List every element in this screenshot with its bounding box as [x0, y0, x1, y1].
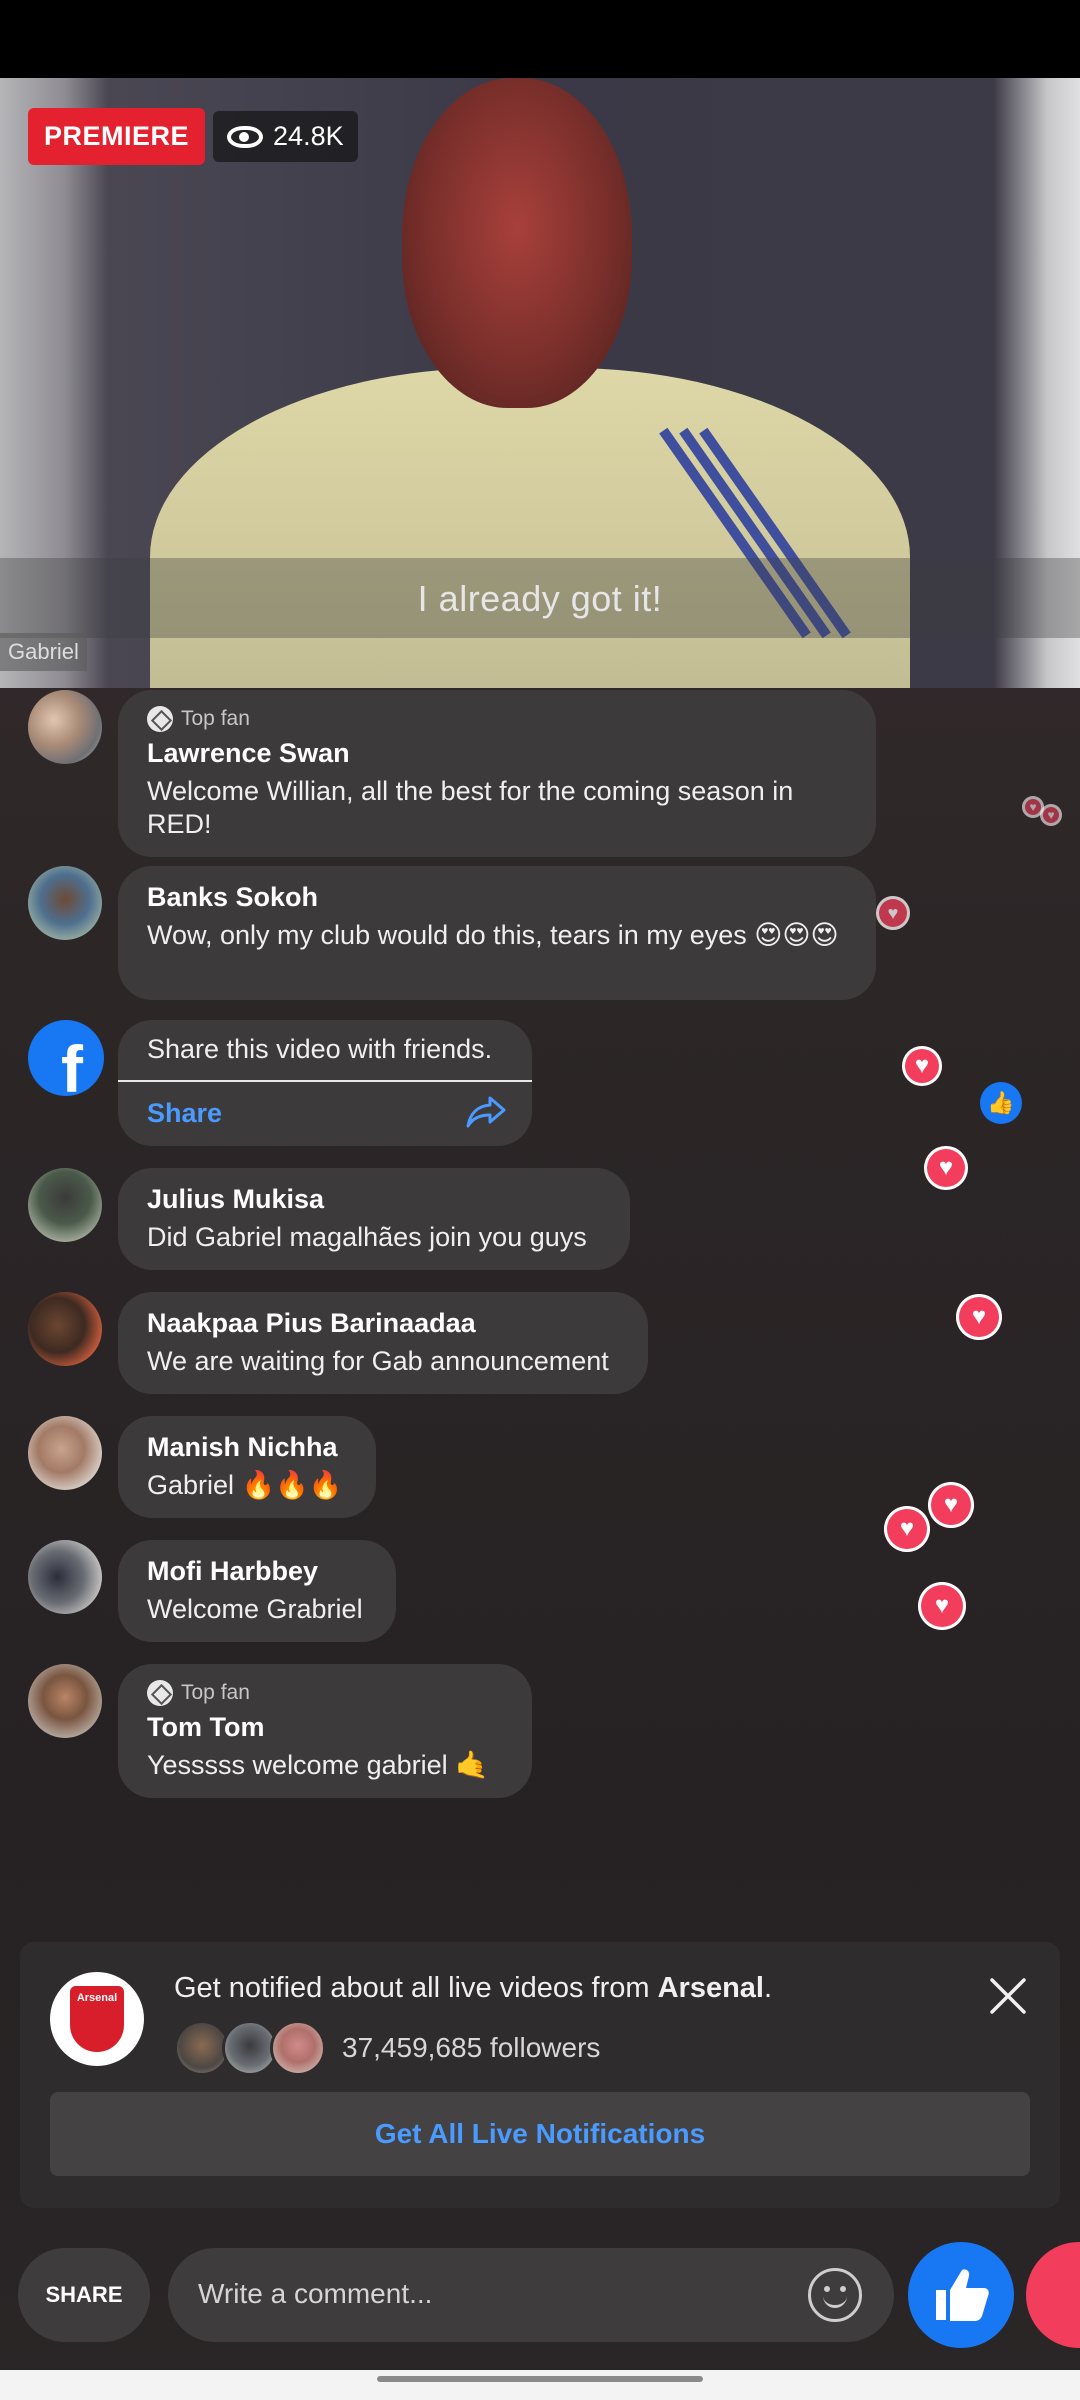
top-fan-badge: Top fan [147, 706, 848, 732]
comment-text: Welcome Willian, all the best for the co… [147, 776, 794, 839]
comment-text: Gabriel 🔥🔥🔥 [147, 1470, 343, 1500]
video-name-tag: Gabriel [0, 633, 87, 671]
comment-author[interactable]: Naakpaa Pius Barinaadaa [147, 1308, 620, 1339]
love-button[interactable] [1026, 2242, 1080, 2348]
video-person-body [150, 368, 910, 688]
love-reaction-icon: ♥ [1040, 804, 1062, 826]
comment-author[interactable]: Lawrence Swan [147, 738, 848, 769]
avatar[interactable] [28, 1168, 102, 1242]
love-reaction-icon: ♥ [918, 1582, 966, 1630]
avatar[interactable] [28, 1664, 102, 1738]
love-reaction-icon: ♥ [928, 1482, 974, 1528]
premiere-badge: PREMIERE [28, 108, 206, 165]
emoji-icon[interactable] [808, 2268, 862, 2322]
share-link[interactable]: Share [147, 1098, 222, 1129]
comment-bubble[interactable]: Top fan Lawrence Swan Welcome Willian, a… [118, 690, 876, 857]
love-reaction-icon: ♥ [924, 1146, 968, 1190]
comment-author[interactable]: Tom Tom [147, 1712, 504, 1743]
arsenal-logo[interactable]: Arsenal [50, 1972, 144, 2066]
close-icon[interactable] [988, 1976, 1028, 2016]
love-reaction-icon: ♥ [956, 1294, 1002, 1340]
page-name[interactable]: Arsenal [658, 1972, 764, 2004]
live-notification-card: Arsenal Get notified about all live vide… [20, 1942, 1060, 2208]
comment-bubble[interactable]: Manish Nichha Gabriel 🔥🔥🔥 [118, 1416, 376, 1518]
comment-author[interactable]: Banks Sokoh [147, 882, 848, 913]
view-count-value: 24.8K [273, 121, 344, 151]
top-fan-badge: Top fan [147, 1680, 504, 1706]
love-reaction-icon: ♥ [884, 1506, 930, 1552]
comment-text: Wow, only my club would do this, tears i… [147, 920, 839, 950]
like-reaction-icon: 👍 [980, 1082, 1022, 1124]
share-card: Share this video with friends. Share [118, 1020, 532, 1146]
share-arrow-icon[interactable] [466, 1094, 506, 1130]
top-fan-label: Top fan [181, 707, 250, 730]
comment-placeholder: Write a comment... [198, 2278, 433, 2309]
comment-bubble[interactable]: Julius Mukisa Did Gabriel magalhães join… [118, 1168, 630, 1270]
notification-message: Get notified about all live videos from … [174, 1972, 773, 2004]
status-bar [0, 0, 1080, 78]
comment-bubble[interactable]: Mofi Harbbey Welcome Grabriel [118, 1540, 396, 1642]
comment-text: We are waiting for Gab announcement [147, 1346, 609, 1376]
avatar[interactable] [28, 1416, 102, 1490]
diamond-icon [147, 1680, 173, 1706]
follower-avatar [270, 2020, 326, 2076]
avatar[interactable] [28, 866, 102, 940]
video-badges: PREMIERE 24.8K [28, 108, 358, 165]
comment-text: Welcome Grabriel [147, 1594, 363, 1624]
avatar[interactable] [28, 690, 102, 764]
top-fan-label: Top fan [181, 1681, 250, 1704]
home-gesture-handle[interactable] [377, 2376, 703, 2382]
view-count: 24.8K [213, 111, 358, 162]
share-button[interactable]: SHARE [18, 2248, 150, 2342]
avatar[interactable] [28, 1292, 102, 1366]
comment-input[interactable]: Write a comment... [168, 2248, 894, 2342]
followers-count: 37,459,685 followers [342, 2032, 601, 2063]
comment-bubble[interactable]: Banks Sokoh Wow, only my club would do t… [118, 866, 876, 1000]
comment-text: Did Gabriel magalhães join you guys [147, 1222, 587, 1252]
arsenal-crest-icon: Arsenal [70, 1986, 124, 2052]
comment-author[interactable]: Mofi Harbbey [147, 1556, 368, 1587]
love-reaction-icon: ♥ [876, 896, 910, 930]
like-button[interactable] [908, 2242, 1014, 2348]
thumbs-up-icon [936, 2269, 989, 2321]
facebook-icon: f [28, 1020, 104, 1096]
eye-icon [227, 125, 264, 148]
comment-author[interactable]: Julius Mukisa [147, 1184, 602, 1215]
comment-bubble[interactable]: Top fan Tom Tom Yesssss welcome gabriel … [118, 1664, 532, 1798]
love-reaction-icon: ♥ [902, 1046, 942, 1086]
video-person-head [402, 78, 632, 408]
get-live-notifications-button[interactable]: Get All Live Notifications [50, 2092, 1030, 2176]
share-card-divider [118, 1080, 532, 1082]
share-card-text: Share this video with friends. [147, 1034, 493, 1064]
avatar[interactable] [28, 1540, 102, 1614]
diamond-icon [147, 706, 173, 732]
navigation-bar [0, 2370, 1080, 2400]
video-caption: I already got it! [417, 578, 663, 619]
video-player[interactable]: I already got it! Gabriel [0, 78, 1080, 688]
comment-text: Yesssss welcome gabriel 🤙 [147, 1750, 489, 1780]
comment-bubble[interactable]: Naakpaa Pius Barinaadaa We are waiting f… [118, 1292, 648, 1394]
comment-author[interactable]: Manish Nichha [147, 1432, 348, 1463]
followers-row: 37,459,685 followers [174, 2020, 600, 2076]
